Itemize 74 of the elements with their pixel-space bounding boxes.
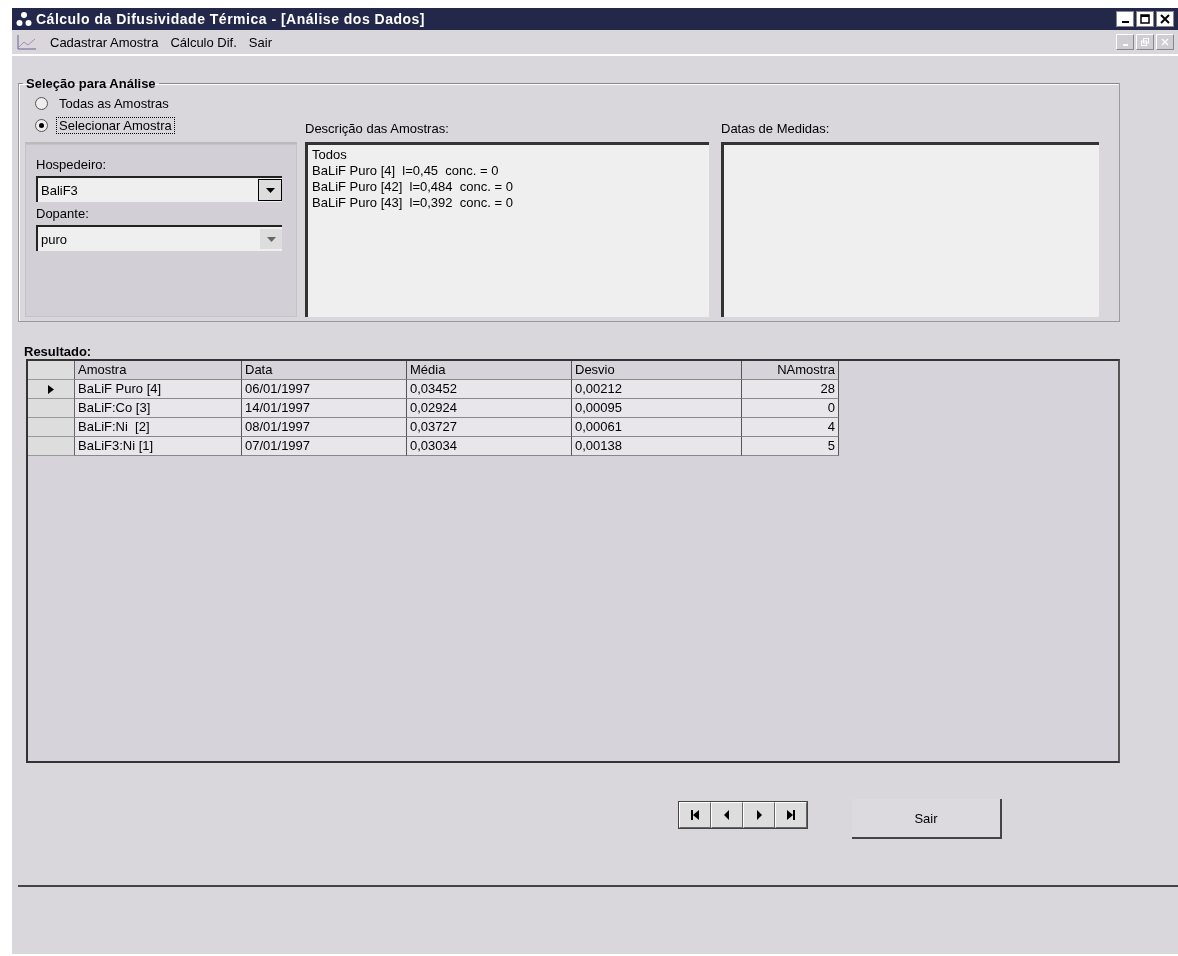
table-cell: 14/01/1997 bbox=[242, 399, 407, 418]
list-label: Datas de Medidas: bbox=[721, 121, 831, 136]
table-cell: 28 bbox=[742, 380, 839, 399]
table-cell: 0,00095 bbox=[572, 399, 742, 418]
radio-button[interactable] bbox=[35, 119, 48, 132]
list-item[interactable]: Todos bbox=[312, 147, 705, 163]
column-header[interactable]: Média bbox=[407, 361, 572, 380]
table-cell: 0 bbox=[742, 399, 839, 418]
dopant-dropdown[interactable]: puro bbox=[36, 225, 282, 251]
last-icon bbox=[786, 810, 796, 820]
list-item[interactable]: BaLiF Puro [4] l=0,45 conc. = 0 bbox=[312, 163, 705, 179]
restore-icon bbox=[1141, 38, 1149, 46]
table-cell: 0,02924 bbox=[407, 399, 572, 418]
table-cell: BaLiF Puro [4] bbox=[75, 380, 242, 399]
radio-label: Todas as Amostras bbox=[58, 95, 170, 112]
close-icon bbox=[1161, 38, 1169, 46]
radio-label: Selecionar Amostra bbox=[56, 117, 175, 134]
first-record-button[interactable] bbox=[679, 802, 711, 828]
table-cell: 06/01/1997 bbox=[242, 380, 407, 399]
table-cell: 0,03034 bbox=[407, 437, 572, 456]
column-header[interactable]: Data bbox=[242, 361, 407, 380]
current-row-icon bbox=[48, 384, 54, 394]
table-cell: 07/01/1997 bbox=[242, 437, 407, 456]
caret-icon bbox=[265, 187, 275, 193]
description-list[interactable]: Todos BaLiF Puro [4] l=0,45 conc. = 0 BaLiF Puro [42] l=0,484 conc. = 0 BaLiF Puro [43] l=0,392 conc. = 0 bbox=[305, 142, 709, 317]
field-label: Dopante: bbox=[36, 206, 90, 221]
table-cell: 0,00212 bbox=[572, 380, 742, 399]
table-cell: BaLiF:Co [3] bbox=[75, 399, 242, 418]
section-title: Resultado: bbox=[24, 344, 93, 359]
menu-item[interactable]: Sair bbox=[248, 34, 272, 50]
list-label: Descrição das Amostras: bbox=[305, 121, 450, 136]
table-cell: 0,03452 bbox=[407, 380, 572, 399]
table-cell: 4 bbox=[742, 418, 839, 437]
table-cell: 08/01/1997 bbox=[242, 418, 407, 437]
minimize-icon bbox=[1121, 21, 1129, 23]
radio-button[interactable] bbox=[35, 97, 48, 110]
list-item[interactable]: BaLiF Puro [42] l=0,484 conc. = 0 bbox=[312, 179, 705, 195]
minimize-icon bbox=[1122, 43, 1128, 46]
table-cell: BaLiF3:Ni [1] bbox=[75, 437, 242, 456]
column-header[interactable]: NAmostra bbox=[742, 361, 839, 380]
table-cell: 0,00061 bbox=[572, 418, 742, 437]
radio-option[interactable]: Selecionar Amostra bbox=[35, 117, 297, 134]
next-record-button[interactable] bbox=[743, 802, 775, 828]
caret-icon bbox=[266, 236, 276, 242]
close-button[interactable] bbox=[1156, 11, 1174, 27]
table-cell: BaLiF:Ni [2] bbox=[75, 418, 242, 437]
table-cell: 5 bbox=[742, 437, 839, 456]
minimize-button[interactable] bbox=[1116, 11, 1134, 27]
chart-icon bbox=[16, 33, 38, 51]
maximize-icon bbox=[1140, 14, 1150, 24]
app-icon bbox=[16, 11, 32, 27]
row-indicator[interactable] bbox=[28, 380, 75, 399]
menu-item[interactable]: Cadastrar Amostra bbox=[50, 34, 159, 50]
last-record-button[interactable] bbox=[775, 802, 807, 828]
maximize-button[interactable] bbox=[1136, 11, 1154, 27]
previous-icon bbox=[722, 810, 732, 820]
group-title: Seleção para Análise bbox=[25, 76, 157, 91]
table-cell: 0,03727 bbox=[407, 418, 572, 437]
menu-item[interactable]: Cálculo Dif. bbox=[170, 34, 237, 50]
close-icon bbox=[1160, 14, 1170, 24]
window-title: Cálculo da Difusividade Térmica - [Análise dos Dados] bbox=[36, 11, 426, 27]
column-header[interactable]: Amostra bbox=[75, 361, 242, 380]
previous-record-button[interactable] bbox=[711, 802, 743, 828]
list-item[interactable]: BaLiF Puro [43] l=0,392 conc. = 0 bbox=[312, 195, 705, 211]
field-label: Hospedeiro: bbox=[36, 157, 108, 172]
table-cell: 0,00138 bbox=[572, 437, 742, 456]
exit-button[interactable]: Sair bbox=[852, 799, 1002, 839]
column-header[interactable]: Desvio bbox=[572, 361, 742, 380]
dates-list[interactable] bbox=[721, 142, 1099, 317]
host-dropdown[interactable]: BaliF3 bbox=[36, 176, 282, 202]
next-icon bbox=[754, 810, 764, 820]
radio-option[interactable]: Todas as Amostras bbox=[35, 95, 297, 112]
restore-button[interactable] bbox=[1136, 34, 1154, 50]
first-icon bbox=[690, 810, 700, 820]
